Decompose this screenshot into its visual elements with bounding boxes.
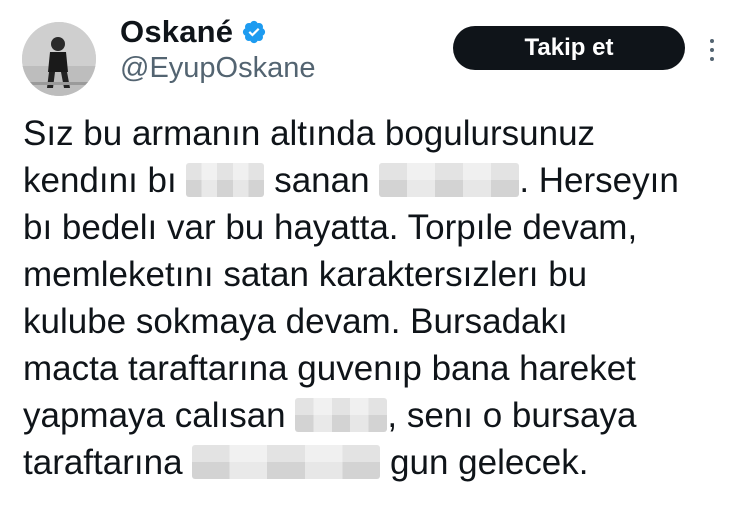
tweet-line-3: bı bedelı var bu hayatta. Torpıle devam,: [23, 208, 638, 247]
tweet-line-2-part-b: sanan: [274, 161, 370, 200]
tweet-line-8-part-a: taraftarına: [23, 443, 183, 482]
user-handle[interactable]: @EyupOskane: [120, 52, 315, 85]
tweet-header: Oskané @EyupOskane Takip et: [0, 0, 750, 100]
tweet-line-6: macta taraftarına guvenıp bana hareket: [23, 349, 636, 388]
tweet-line-8-part-b: gun gelecek.: [390, 443, 589, 482]
redacted-word: [186, 163, 265, 197]
avatar[interactable]: [22, 22, 96, 96]
follow-button[interactable]: Takip et: [453, 26, 685, 70]
redacted-word: [379, 163, 520, 197]
redacted-word: [192, 445, 381, 479]
redacted-word: [295, 398, 388, 432]
tweet-line-2-part-a: kendını bı: [23, 161, 177, 200]
display-name[interactable]: Oskané: [120, 14, 233, 50]
tweet-line-4: memleketını satan karaktersızlerı bu: [23, 255, 588, 294]
tweet-line-2: kendını bı sanan . Herseyın: [23, 157, 743, 204]
name-row: Oskané: [120, 12, 267, 52]
tweet-line-7-part-b: , senı o bursaya: [387, 396, 637, 435]
tweet-line-1: Sız bu armanın altında bogulursunuz: [23, 114, 596, 153]
tweet-line-5: kulube sokmaya devam. Bursadakı: [23, 302, 568, 341]
tweet-text: Sız bu armanın altında bogulursunuz kend…: [23, 110, 743, 486]
tweet-line-7: yapmaya calısan , senı o bursaya: [23, 392, 743, 439]
avatar-photo: [22, 22, 96, 96]
tweet-line-2-part-c: . Herseyın: [519, 161, 679, 200]
tweet-line-7-part-a: yapmaya calısan: [23, 396, 286, 435]
verified-badge-icon: [241, 19, 267, 45]
tweet-line-8: taraftarına gun gelecek.: [23, 439, 743, 486]
more-vertical-icon[interactable]: [700, 30, 724, 70]
